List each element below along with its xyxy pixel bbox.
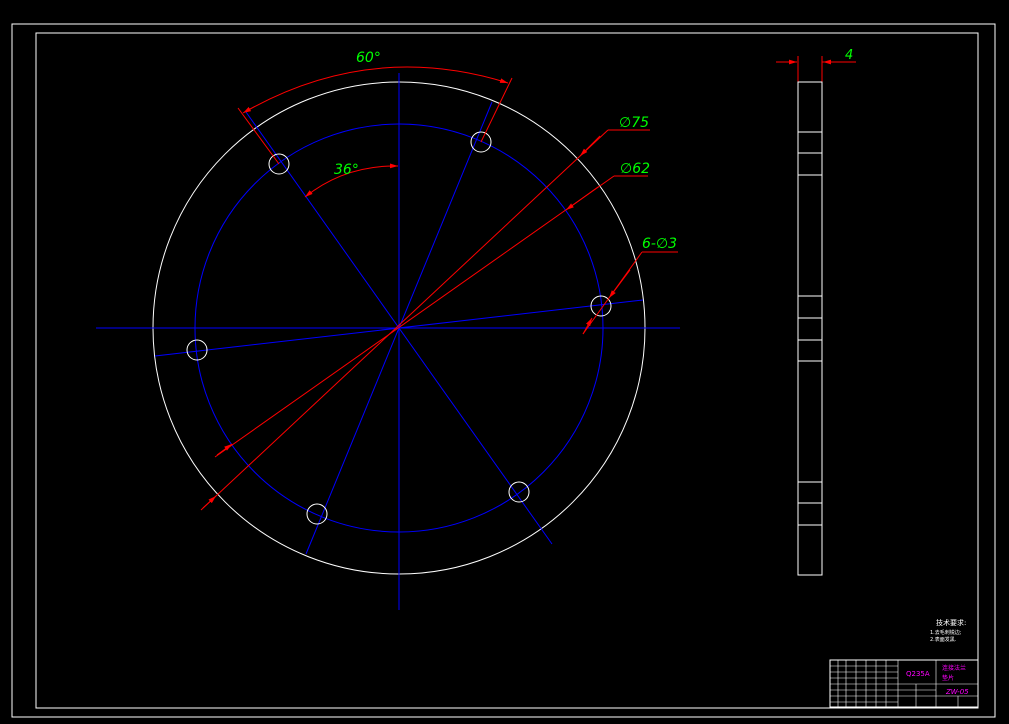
dia-62-label: ∅62 — [620, 161, 650, 177]
angle-36-label: 36° — [334, 162, 359, 178]
side-view-outline — [797, 81, 823, 576]
tb-material: Q235A — [906, 670, 930, 678]
angle-60-ext-right — [480, 77, 513, 143]
technical-notes: 技术要求: 1.去毛刺锐边; 2.表面发黑. — [930, 618, 966, 643]
tb-drawing-title: 连接法兰 — [942, 664, 966, 672]
outer-sheet-border — [11, 23, 996, 718]
holes-label: 6-∅3 — [642, 236, 677, 252]
dia-62-leader — [214, 175, 615, 458]
dia-62-arrow-out — [216, 443, 233, 456]
inner-sheet-border — [35, 32, 979, 709]
front-view — [96, 73, 680, 610]
angle-60-arc — [242, 66, 509, 114]
tb-drawing-no: ZW-05 — [945, 688, 969, 696]
tb-part-name: 垫片 — [942, 674, 954, 682]
holes-arrow-a — [608, 269, 631, 299]
thickness-label: 4 — [845, 48, 853, 63]
notes-line-2: 2.表面发黑. — [930, 636, 957, 643]
dimensions: 60° 36° ∅75 ∅62 6-∅3 4 — [200, 48, 856, 511]
angle-60-label: 60° — [356, 50, 381, 66]
cad-drawing: 60° 36° ∅75 ∅62 6-∅3 4 技术要求: 1.去毛刺锐边; 2.… — [11, 23, 996, 718]
holes-arrow-b — [582, 317, 593, 335]
notes-line-1: 1.去毛刺锐边; — [930, 629, 962, 636]
dia-75-leader — [200, 129, 609, 511]
dia-75-arrow-out — [202, 495, 217, 509]
dia-62-arrow-in — [565, 186, 599, 211]
title-block: Q235A 连接法兰 垫片 ZW-05 — [829, 659, 979, 708]
hole-4 — [508, 481, 530, 503]
dia-75-arrow-in — [579, 135, 601, 157]
side-view — [797, 81, 823, 576]
notes-title: 技术要求: — [936, 618, 966, 627]
dia-75-label: ∅75 — [619, 115, 649, 131]
hole-5 — [306, 503, 328, 525]
